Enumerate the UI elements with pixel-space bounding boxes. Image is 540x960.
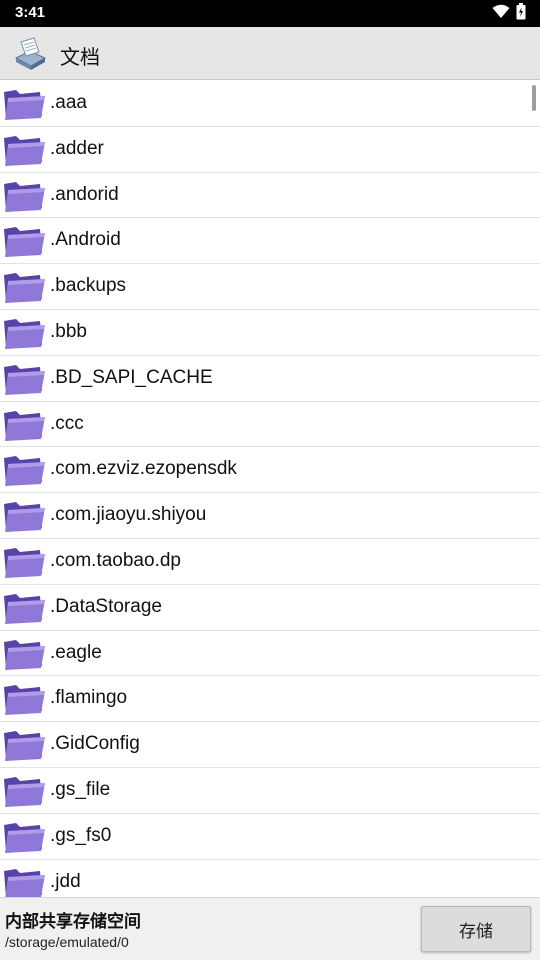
status-bar: 3:41 xyxy=(0,0,540,27)
list-item[interactable]: .backups xyxy=(0,264,540,310)
folder-icon xyxy=(2,315,46,351)
status-icons xyxy=(492,2,526,24)
list-item[interactable]: .adder xyxy=(0,127,540,173)
folder-icon xyxy=(2,498,46,534)
storage-path: /storage/emulated/0 xyxy=(5,934,129,950)
list-item[interactable]: .aaa xyxy=(0,81,540,127)
folder-icon xyxy=(2,544,46,580)
battery-icon xyxy=(516,2,526,24)
folder-icon xyxy=(2,865,46,897)
list-item[interactable]: .flamingo xyxy=(0,676,540,723)
folder-name: .Android xyxy=(50,229,121,251)
folder-name: .bbb xyxy=(50,320,87,342)
folder-name: .gs_file xyxy=(50,778,111,800)
list-item[interactable]: .gs_file xyxy=(0,768,540,814)
list-item[interactable]: .gs_fs0 xyxy=(0,814,540,860)
folder-icon xyxy=(2,178,46,214)
folder-icon xyxy=(2,590,46,626)
list-item[interactable]: .com.ezviz.ezopensdk xyxy=(0,447,540,494)
folder-name: .eagle xyxy=(50,641,102,663)
storage-title: 内部共享存储空间 xyxy=(5,912,141,932)
folder-icon xyxy=(2,819,46,855)
list-item[interactable]: .bbb xyxy=(0,310,540,356)
folder-name: .jdd xyxy=(50,870,81,892)
folder-icon xyxy=(2,636,46,672)
folder-name: .andorid xyxy=(50,183,119,205)
folder-icon xyxy=(2,223,46,259)
folder-name: .ccc xyxy=(50,412,84,434)
folder-name: .adder xyxy=(50,137,104,159)
folder-icon xyxy=(2,132,46,168)
folder-name: .backups xyxy=(50,275,127,297)
list-item[interactable]: .Android xyxy=(0,218,540,265)
save-button[interactable]: 存储 xyxy=(421,906,531,952)
folder-icon xyxy=(2,452,46,488)
list-item[interactable]: .eagle xyxy=(0,631,540,677)
bottom-bar: 内部共享存储空间 /storage/emulated/0 存储 xyxy=(0,897,540,960)
folder-icon xyxy=(2,407,46,443)
status-time: 3:41 xyxy=(15,4,46,21)
folder-name: .GidConfig xyxy=(50,733,140,755)
list-item[interactable]: .com.jiaoyu.shiyou xyxy=(0,493,540,539)
folder-name: .gs_fs0 xyxy=(50,824,112,846)
folder-name: .BD_SAPI_CACHE xyxy=(50,366,213,388)
app-bar: 文档 xyxy=(0,27,540,80)
list-item[interactable]: .com.taobao.dp xyxy=(0,539,540,585)
folder-name: .DataStorage xyxy=(50,595,162,617)
list-item[interactable]: .jdd xyxy=(0,860,540,897)
list-item[interactable]: .ccc xyxy=(0,402,540,448)
folder-icon xyxy=(2,269,46,305)
folder-name: .com.ezviz.ezopensdk xyxy=(50,458,237,480)
page-title: 文档 xyxy=(60,45,100,69)
folder-name: .com.taobao.dp xyxy=(50,549,181,571)
folder-icon xyxy=(2,727,46,763)
list-item[interactable]: .GidConfig xyxy=(0,722,540,768)
folder-name: .aaa xyxy=(50,92,87,113)
list-item[interactable]: .BD_SAPI_CACHE xyxy=(0,356,540,402)
list-item[interactable]: .andorid xyxy=(0,173,540,219)
list-item[interactable]: .DataStorage xyxy=(0,585,540,631)
folder-icon xyxy=(2,773,46,809)
folder-icon xyxy=(2,361,46,397)
folder-icon xyxy=(2,681,46,717)
document-printer-icon xyxy=(12,36,48,72)
wifi-icon xyxy=(492,4,510,23)
folder-icon xyxy=(2,86,46,122)
file-list[interactable]: .aaa .adder .andorid .Android .backups .bbb .B… xyxy=(0,81,540,897)
folder-name: .com.jiaoyu.shiyou xyxy=(50,504,207,526)
folder-name: .flamingo xyxy=(50,687,128,709)
